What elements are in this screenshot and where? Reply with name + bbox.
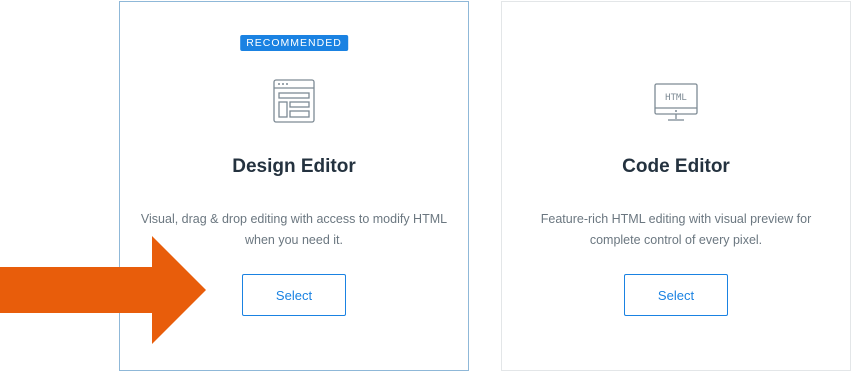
code-editor-card[interactable]: HTML Code Editor Feature-rich HTML editi… xyxy=(501,1,851,371)
select-code-editor-button[interactable]: Select xyxy=(624,274,728,316)
recommended-badge: RECOMMENDED xyxy=(240,35,348,51)
card-title: Code Editor xyxy=(622,156,730,177)
design-layout-icon xyxy=(273,79,315,128)
select-design-editor-button[interactable]: Select xyxy=(242,274,346,316)
html-icon-label: HTML xyxy=(665,93,687,103)
arrow-right-icon xyxy=(0,236,206,344)
card-title: Design Editor xyxy=(232,156,356,177)
html-monitor-icon: HTML xyxy=(654,83,698,128)
editor-chooser: RECOMMENDED Design Editor Visual, drag &… xyxy=(0,0,853,372)
card-description: Feature-rich HTML editing with visual pr… xyxy=(540,212,812,247)
